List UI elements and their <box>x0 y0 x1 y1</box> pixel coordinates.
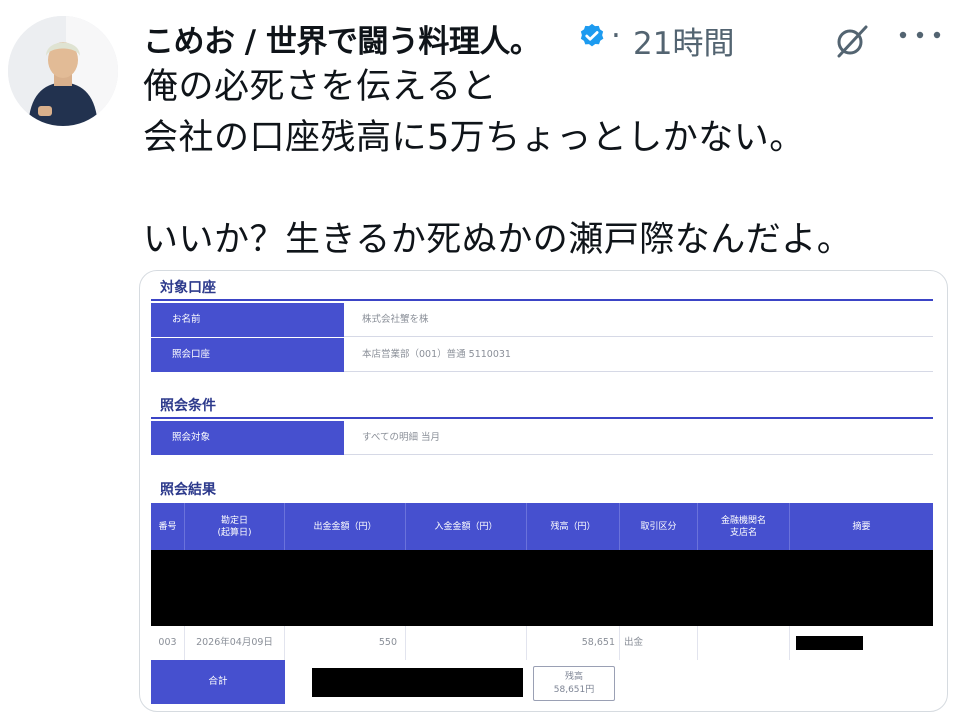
column-header: 残高（円） <box>527 503 620 550</box>
grok-icon[interactable] <box>835 24 869 58</box>
info-label: お名前 <box>151 303 344 337</box>
section-divider <box>151 299 933 301</box>
redacted-rows <box>151 550 933 626</box>
row-type: 出金 <box>620 626 698 660</box>
info-value: 株式会社蟹を株 <box>344 303 933 337</box>
info-value: すべての明細 当月 <box>344 421 933 455</box>
separator-dot: · <box>611 18 621 54</box>
timestamp[interactable]: 21時間 <box>633 18 734 63</box>
verified-badge-icon <box>580 23 604 47</box>
column-header: 金融機関名 支店名 <box>698 503 790 550</box>
info-label: 照会口座 <box>151 338 344 372</box>
results-section-title: 照会結果 <box>160 482 216 498</box>
column-header: 勘定日 (起算日) <box>185 503 285 550</box>
conditions-section-title: 照会条件 <box>160 398 216 414</box>
row-bank <box>698 626 790 660</box>
column-header: 番号 <box>151 503 185 550</box>
account-section-title: 対象口座 <box>160 280 216 296</box>
info-row: 照会対象 すべての明細 当月 <box>151 421 933 455</box>
total-label: 合計 <box>151 660 285 704</box>
total-row: 合計 残高 58,651円 <box>151 660 933 704</box>
tweet-header: こめお / 世界で闘う料理人。 · 21時間 <box>143 12 943 63</box>
row-deposit <box>406 626 527 660</box>
info-value: 本店営業部（001）普通 5110031 <box>344 338 933 372</box>
column-header: 出金金額（円） <box>285 503 406 550</box>
balance-summary: 残高 58,651円 <box>533 666 615 701</box>
column-header: 摘要 <box>852 521 871 532</box>
avatar[interactable] <box>8 16 118 126</box>
balance-label: 残高 <box>564 671 583 682</box>
section-divider <box>151 417 933 419</box>
author-name[interactable]: こめお / 世界で闘う料理人。 <box>143 16 541 61</box>
row-withdrawal: 550 <box>285 626 406 660</box>
info-row: 照会口座 本店営業部（001）普通 5110031 <box>151 338 933 372</box>
more-icon[interactable] <box>897 28 943 42</box>
row-date: 2026年04月09日 <box>185 626 285 660</box>
info-label: 照会対象 <box>151 421 344 455</box>
row-number: 003 <box>151 626 185 660</box>
redacted-total <box>312 668 523 697</box>
info-row: お名前 株式会社蟹を株 <box>151 303 933 337</box>
tweet-text: 俺の必死さを伝えると 会社の口座残高に5万ちょっとしかない。 いいか？生きるか死… <box>143 67 853 260</box>
avatar-photo <box>8 16 118 126</box>
balance-value: 58,651円 <box>553 684 595 695</box>
row-balance: 58,651 <box>527 626 620 660</box>
column-header: 入金金額（円） <box>406 503 527 550</box>
table-row: 003 2026年04月09日 550 58,651 出金 <box>151 626 933 661</box>
tweet-media-image[interactable]: 対象口座 お名前 株式会社蟹を株 照会口座 本店営業部（001）普通 51100… <box>139 270 948 712</box>
column-header: 取引区分 <box>620 503 698 550</box>
results-table-header: 番号 勘定日 (起算日) 出金金額（円） 入金金額（円） 残高（円） 取引区分 … <box>151 503 933 550</box>
redacted-memo <box>796 636 863 650</box>
